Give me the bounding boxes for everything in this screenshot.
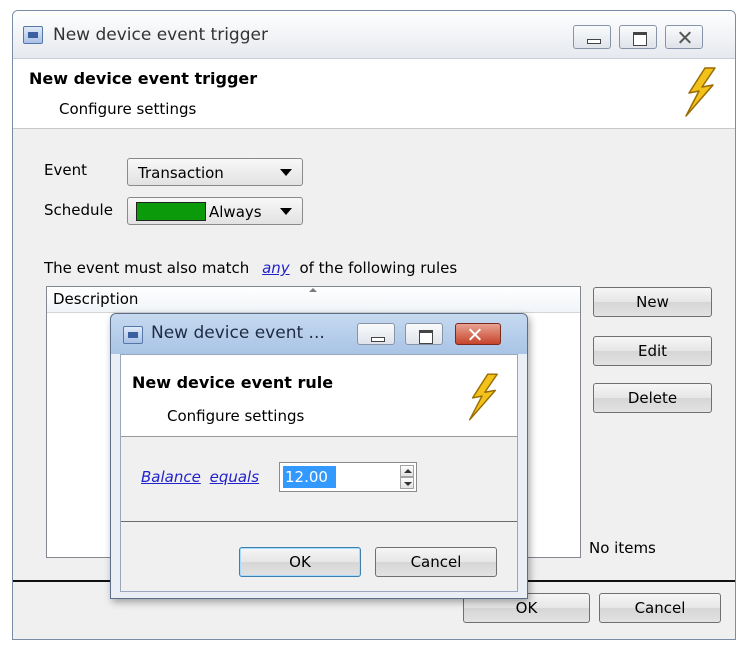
minimize-icon[interactable] [573,25,611,49]
rules-match-text: The event must also match any of the fol… [44,259,457,277]
window-title: New device event trigger [53,25,268,45]
close-icon[interactable] [665,25,703,49]
rule-cancel-button[interactable]: Cancel [375,547,497,577]
chevron-down-icon [280,169,292,176]
rule-dialog-title-bar[interactable]: New device event ... [111,314,527,354]
schedule-dropdown[interactable]: Always [127,197,303,225]
field-link[interactable]: Balance [141,468,201,486]
new-rule-button[interactable]: New [593,287,712,317]
rule-footer-divider [121,521,517,522]
list-empty-text: No items [589,539,656,557]
header-subtitle: Configure settings [59,100,197,118]
operator-link[interactable]: equals [210,468,259,486]
close-icon[interactable] [455,323,501,345]
rules-text-before: The event must also match [44,259,250,277]
window-icon [23,26,43,44]
rule-dialog-title: New device event ... [151,323,325,343]
lightning-bolt-icon [468,373,498,421]
schedule-value: Always [209,203,262,221]
sort-ascending-icon [309,288,317,292]
stepper-up-icon[interactable] [400,465,414,477]
rule-ok-button[interactable]: OK [239,547,361,577]
rule-condition: Balance equals [141,468,259,486]
cancel-button[interactable]: Cancel [599,593,721,623]
event-dropdown[interactable]: Transaction [127,158,303,186]
value-stepper[interactable]: 12.00 [279,462,417,492]
lightning-bolt-icon [685,67,716,117]
rule-dialog-header-subtitle: Configure settings [167,407,305,425]
event-label: Event [44,161,87,179]
rule-dialog: New device event ... New device event ru… [110,313,528,599]
edit-rule-button[interactable]: Edit [593,336,712,366]
schedule-color-swatch [136,202,206,221]
rule-dialog-body: New device event rule Configure settings… [120,354,518,592]
event-value: Transaction [138,164,224,182]
maximize-icon[interactable] [405,323,443,345]
header-title: New device event trigger [29,69,258,88]
column-header-description[interactable]: Description [47,287,580,313]
column-header-label: Description [53,290,139,308]
schedule-label: Schedule [44,201,113,219]
chevron-down-icon [280,208,292,215]
value-input[interactable]: 12.00 [283,466,336,488]
maximize-icon[interactable] [619,25,657,49]
title-bar[interactable]: New device event trigger [13,11,735,59]
window-icon [123,326,143,344]
stepper-down-icon[interactable] [400,477,414,489]
match-mode-link[interactable]: any [262,259,290,277]
minimize-icon[interactable] [357,323,395,345]
rules-text-after: of the following rules [299,259,458,277]
dialog-header: New device event trigger Configure setti… [13,59,735,129]
delete-rule-button[interactable]: Delete [593,383,712,413]
rule-dialog-header-title: New device event rule [132,373,334,392]
rule-dialog-header: New device event rule Configure settings [121,355,517,437]
